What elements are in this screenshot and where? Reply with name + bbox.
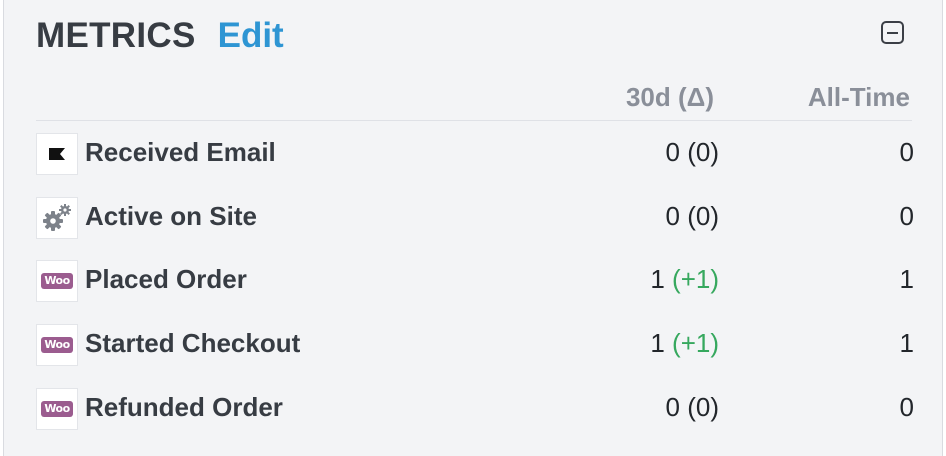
column-header-30d: 30d (Δ) [625, 82, 714, 112]
metric-label: Active on Site [85, 201, 257, 231]
gears-icon [36, 197, 78, 239]
metric-30d-value: 0 (0) [665, 201, 719, 231]
column-header-all-time: All-Time [807, 82, 910, 112]
woo-icon: Woo [36, 388, 78, 430]
metric-30d-value: 0 (0) [665, 137, 719, 167]
woo-icon: Woo [36, 324, 78, 366]
metric-30d-value: 1 (+1) [650, 328, 719, 358]
metric-row-active-on-site[interactable]: Active on Site 0 (0) 0 [36, 197, 914, 239]
metric-all-time-value: 0 [899, 137, 914, 167]
metric-all-time-value: 0 [899, 201, 914, 231]
metric-label: Placed Order [85, 264, 247, 294]
metric-30d-value: 1 (+1) [650, 264, 719, 294]
metric-all-time-value: 0 [899, 392, 914, 422]
woo-icon: Woo [36, 260, 78, 302]
metric-row-refunded-order[interactable]: Woo Refunded Order 0 (0) 0 [36, 388, 914, 430]
panel-title: METRICS [36, 16, 196, 55]
metrics-panel: METRICS Edit 30d (Δ) All-Time Received E… [3, 0, 943, 456]
header-divider [36, 120, 912, 121]
metric-label: Refunded Order [85, 392, 283, 422]
metric-row-received-email[interactable]: Received Email 0 (0) 0 [36, 133, 914, 175]
flag-icon [36, 133, 78, 175]
collapse-icon[interactable] [881, 21, 904, 44]
metric-30d-value: 0 (0) [665, 392, 719, 422]
metric-row-placed-order[interactable]: Woo Placed Order 1 (+1) 1 [36, 260, 914, 302]
metric-label: Received Email [85, 137, 276, 167]
metric-all-time-value: 1 [899, 264, 914, 294]
edit-link[interactable]: Edit [218, 16, 284, 56]
panel-header: METRICS Edit [36, 14, 284, 58]
metric-row-started-checkout[interactable]: Woo Started Checkout 1 (+1) 1 [36, 324, 914, 366]
metric-label: Started Checkout [85, 328, 301, 358]
metric-all-time-value: 1 [899, 328, 914, 358]
